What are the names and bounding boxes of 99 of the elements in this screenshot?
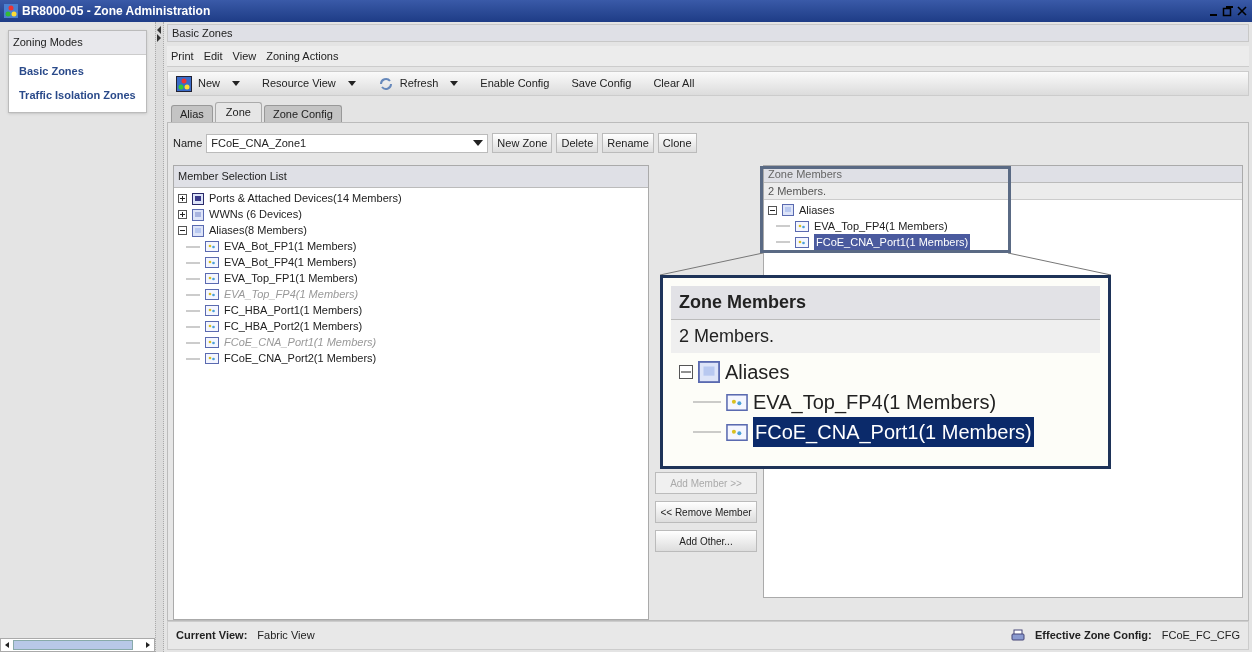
tree-item[interactable]: WWNs (6 Devices) bbox=[209, 206, 302, 223]
alias-icon bbox=[205, 241, 219, 253]
tree-item[interactable]: FC_HBA_Port1(1 Members) bbox=[224, 302, 363, 319]
member-count: 2 Members. bbox=[671, 320, 1100, 353]
transfer-button[interactable]: Add Other... bbox=[655, 530, 757, 553]
menu-item[interactable]: Zoning Actions bbox=[266, 47, 339, 65]
alias-group-icon bbox=[782, 204, 794, 217]
alias-icon bbox=[205, 305, 219, 317]
zone-button[interactable]: Clone bbox=[657, 133, 697, 154]
collapse-icon[interactable] bbox=[178, 226, 187, 236]
alias-group-icon bbox=[192, 224, 204, 237]
alias-icon bbox=[205, 257, 219, 269]
alias-icon bbox=[205, 289, 219, 301]
tree-item[interactable]: FCoE_CNA_Port2(1 Members) bbox=[224, 350, 377, 367]
tree-item[interactable]: EVA_Top_FP4(1 Members) bbox=[753, 387, 997, 417]
tree-line bbox=[693, 431, 721, 433]
tree-item[interactable]: Aliases bbox=[725, 357, 790, 387]
horizontal-scrollbar[interactable] bbox=[0, 638, 155, 652]
collapse-left-icon[interactable] bbox=[156, 26, 163, 34]
alias-icon bbox=[205, 321, 219, 333]
alias-icon bbox=[205, 273, 219, 285]
sidebar-item[interactable]: Basic Zones bbox=[9, 58, 146, 83]
tree-item[interactable]: Aliases bbox=[799, 201, 835, 219]
alias-group-icon bbox=[698, 361, 720, 383]
app-icon bbox=[4, 4, 18, 18]
zone-button[interactable]: Delete bbox=[556, 133, 599, 154]
toolbar-button[interactable]: Refresh bbox=[377, 75, 459, 92]
tree-item[interactable]: EVA_Bot_FP4(1 Members) bbox=[224, 254, 357, 271]
tree-item[interactable]: EVA_Top_FP4(1 Members) bbox=[814, 217, 948, 235]
tree-item[interactable]: Aliases(8 Members) bbox=[209, 222, 307, 239]
section-title: Basic Zones bbox=[167, 24, 1249, 42]
panel-title: Member Selection List bbox=[174, 166, 648, 188]
panel-title: Zoning Modes bbox=[9, 31, 146, 55]
alias-icon bbox=[795, 236, 809, 248]
toolbar-button[interactable]: Resource View bbox=[262, 75, 356, 92]
transfer-button[interactable]: << Remove Member bbox=[655, 501, 757, 524]
transfer-button: Add Member >> bbox=[655, 472, 757, 495]
collapse-icon[interactable] bbox=[679, 365, 693, 379]
tree-item[interactable]: EVA_Top_FP1(1 Members) bbox=[224, 270, 358, 287]
close-icon[interactable] bbox=[1236, 5, 1248, 17]
tree-line bbox=[186, 341, 200, 344]
dropdown-arrow-icon bbox=[473, 140, 484, 147]
menu-item[interactable]: Print bbox=[171, 47, 194, 65]
tab[interactable]: Alias bbox=[171, 105, 213, 123]
tree-item[interactable]: Ports & Attached Devices(14 Members) bbox=[209, 190, 402, 207]
tree-item[interactable]: FCoE_CNA_Port1(1 Members) bbox=[814, 233, 971, 251]
zone-button[interactable]: New Zone bbox=[492, 133, 553, 154]
alias-icon bbox=[795, 220, 809, 232]
status-value: FCoE_FC_CFG bbox=[1161, 628, 1240, 644]
tab[interactable]: Zone Config bbox=[263, 105, 342, 123]
alias-icon bbox=[726, 423, 748, 441]
tree-item[interactable]: EVA_Bot_FP1(1 Members) bbox=[224, 238, 357, 255]
port-icon bbox=[192, 192, 204, 205]
tree-line bbox=[776, 225, 790, 228]
caret-icon bbox=[232, 81, 240, 87]
status-value: Fabric View bbox=[257, 628, 315, 644]
member-count: 2 Members. bbox=[764, 183, 1242, 201]
tree-item[interactable]: FCoE_CNA_Port1(1 Members) bbox=[753, 417, 1034, 447]
printer-icon bbox=[1011, 629, 1025, 643]
tree-line bbox=[186, 325, 200, 328]
alias-icon bbox=[205, 337, 219, 349]
caret-icon bbox=[347, 81, 356, 87]
scrollbar-thumb[interactable] bbox=[13, 640, 133, 650]
sidebar-item[interactable]: Traffic Isolation Zones bbox=[9, 83, 146, 108]
tree-line bbox=[186, 261, 200, 264]
name-label: Name bbox=[173, 135, 203, 151]
expand-right-icon[interactable] bbox=[156, 34, 163, 42]
collapse-icon[interactable] bbox=[768, 205, 777, 215]
toolbar-button[interactable]: Clear All bbox=[653, 75, 695, 92]
expand-icon[interactable] bbox=[178, 194, 187, 204]
tree-line bbox=[186, 357, 200, 360]
status-label: Current View: bbox=[176, 628, 248, 644]
toolbar-button[interactable]: Enable Config bbox=[480, 75, 550, 92]
tree-line bbox=[186, 245, 200, 248]
name-value: FCoE_CNA_Zone1 bbox=[211, 135, 307, 151]
tab[interactable]: Zone bbox=[214, 102, 262, 123]
device-group-icon bbox=[192, 208, 204, 221]
window-title: BR8000-05 - Zone Administration bbox=[22, 3, 211, 20]
tree-line bbox=[776, 241, 790, 244]
restore-icon[interactable] bbox=[1222, 5, 1234, 17]
refresh-icon bbox=[377, 76, 394, 91]
tree-line bbox=[186, 293, 200, 296]
alias-icon bbox=[205, 353, 219, 365]
tree-item[interactable]: FC_HBA_Port2(1 Members) bbox=[224, 318, 363, 335]
tree-line bbox=[186, 277, 200, 280]
menu-item[interactable]: View bbox=[232, 47, 257, 65]
panel-title: Zone Members bbox=[671, 286, 1100, 320]
caret-icon bbox=[450, 81, 459, 87]
menu-item[interactable]: Edit bbox=[203, 47, 223, 65]
expand-icon[interactable] bbox=[178, 210, 187, 220]
status-label: Effective Zone Config: bbox=[1035, 628, 1152, 644]
toolbar-button[interactable]: Save Config bbox=[571, 75, 632, 92]
tree-line bbox=[693, 401, 721, 403]
tree-line bbox=[186, 309, 200, 312]
new-icon bbox=[176, 75, 192, 92]
zone-button[interactable]: Rename bbox=[602, 133, 654, 154]
name-dropdown[interactable]: FCoE_CNA_Zone1 bbox=[206, 133, 489, 153]
toolbar-button[interactable]: New bbox=[176, 75, 240, 92]
alias-icon bbox=[726, 393, 748, 411]
